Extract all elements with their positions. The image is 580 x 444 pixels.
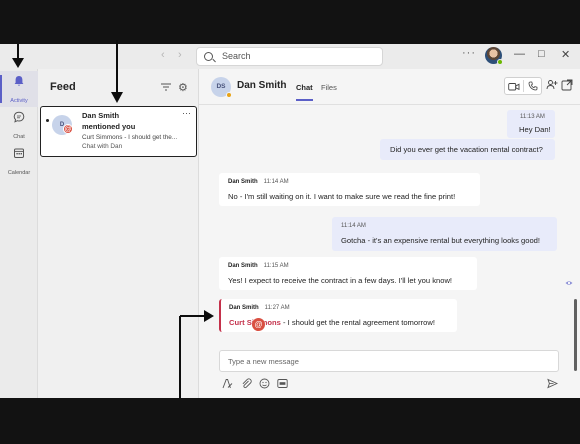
message-sender: Dan Smith xyxy=(229,305,259,311)
activity-feed-panel: Feed ⚙ D @ Dan Smith mentioned you Curt … xyxy=(38,69,199,398)
feed-item-mention[interactable]: D @ Dan Smith mentioned you Curt Simmons… xyxy=(40,106,197,157)
unread-dot-icon xyxy=(46,119,49,122)
chat-contact-name: Dan Smith xyxy=(237,80,287,91)
message-bubble-sent: Did you ever get the vacation rental con… xyxy=(380,139,555,160)
message-text-rest: - I should get the rental agreement tomo… xyxy=(280,318,435,327)
rail-label-chat: Chat xyxy=(13,134,25,140)
presence-away-icon xyxy=(226,92,232,98)
message-composer[interactable]: Type a new message xyxy=(219,350,559,372)
rail-label-activity: Activity xyxy=(10,98,28,104)
send-icon[interactable] xyxy=(547,378,558,389)
screenshot-stage: ‹ › Search ··· — □ ✕ Activity Chat Calen… xyxy=(0,0,580,444)
message-text: Gotcha - it's an expensive rental but ev… xyxy=(341,236,541,245)
avatar[interactable]: DS xyxy=(211,77,232,98)
app-rail: Activity Chat Calendar xyxy=(0,69,38,398)
search-box[interactable]: Search xyxy=(196,47,383,66)
emoji-icon[interactable] xyxy=(259,378,270,389)
gif-icon[interactable] xyxy=(277,378,288,389)
feed-item-name: Dan Smith xyxy=(82,111,120,120)
filter-icon[interactable] xyxy=(161,83,171,91)
message-bubble-received: Dan Smith 11:14 AM No - I'm still waiting… xyxy=(219,173,480,206)
message-meta: Dan Smith 11:15 AM xyxy=(228,263,289,269)
rail-label-calendar: Calendar xyxy=(7,170,31,176)
gear-icon[interactable]: ⚙ xyxy=(178,81,188,94)
message-meta: Dan Smith 11:27 AM xyxy=(229,305,290,311)
scrollbar[interactable] xyxy=(574,299,577,371)
avatar-initials: DS xyxy=(216,83,226,90)
feed-item-subtitle: Chat with Dan xyxy=(82,143,123,150)
add-people-icon[interactable] xyxy=(546,79,558,91)
message-bubble-sent: 11:13 AM Hey Dan! xyxy=(507,110,555,138)
profile-avatar[interactable] xyxy=(485,47,503,65)
search-placeholder: Search xyxy=(222,51,251,61)
attach-icon[interactable] xyxy=(241,378,252,389)
mention-badge-icon: @ xyxy=(63,124,73,134)
back-arrow-icon[interactable]: ‹ xyxy=(161,49,165,61)
tab-files[interactable]: Files xyxy=(321,83,337,92)
message-bubble-sent: 11:14 AM Gotcha - it's an expensive rent… xyxy=(332,217,557,251)
message-time: 11:15 AM xyxy=(263,263,289,269)
message-text: Did you ever get the vacation rental con… xyxy=(390,145,543,154)
forward-arrow-icon[interactable]: › xyxy=(178,49,182,61)
video-call-icon[interactable] xyxy=(508,82,520,92)
chat-icon xyxy=(13,111,25,123)
message-sender: Dan Smith xyxy=(228,179,258,185)
phone-call-icon[interactable] xyxy=(528,81,538,91)
message-time: 11:13 AM xyxy=(520,114,545,120)
presence-available-icon xyxy=(497,59,503,65)
message-sender: Dan Smith xyxy=(228,263,258,269)
bell-icon xyxy=(14,76,24,86)
more-options-icon[interactable]: ··· xyxy=(462,47,476,59)
active-tab-indicator xyxy=(296,99,313,101)
composer-placeholder: Type a new message xyxy=(228,357,299,366)
rail-item-chat[interactable]: Chat xyxy=(0,107,38,143)
pop-out-icon[interactable] xyxy=(561,79,573,91)
message-time: 11:14 AM xyxy=(341,223,366,229)
format-icon[interactable] xyxy=(222,378,233,389)
seen-icon xyxy=(565,281,573,285)
maximize-icon[interactable]: □ xyxy=(538,48,545,60)
search-icon xyxy=(204,52,213,61)
mention-badge-icon: @ xyxy=(252,318,265,331)
close-icon[interactable]: ✕ xyxy=(561,48,570,61)
teams-window: ‹ › Search ··· — □ ✕ Activity Chat Calen… xyxy=(0,44,580,398)
message-bubble-received: Dan Smith 11:15 AM Yes! I expect to recei… xyxy=(219,257,477,290)
chat-pane: DS Dan Smith Chat Files 11:13 AM Hey Dan… xyxy=(199,69,580,398)
call-buttons xyxy=(504,77,542,95)
message-text: Yes! I expect to receive the contract in… xyxy=(228,276,453,285)
more-options-icon[interactable]: ··· xyxy=(182,108,191,118)
chat-header: DS Dan Smith Chat Files xyxy=(199,69,580,105)
message-time: 11:27 AM xyxy=(264,305,290,311)
feed-title: Feed xyxy=(50,81,76,93)
rail-item-calendar[interactable]: Calendar xyxy=(0,143,38,179)
rail-item-activity[interactable]: Activity xyxy=(0,71,38,107)
tab-chat[interactable]: Chat xyxy=(296,83,313,92)
message-text: Hey Dan! xyxy=(519,125,551,134)
feed-item-action: mentioned you xyxy=(82,122,136,131)
minimize-icon[interactable]: — xyxy=(514,48,525,60)
divider xyxy=(523,80,524,92)
message-text: No - I'm still waiting on it. I want to … xyxy=(228,192,456,201)
title-bar: ‹ › Search ··· — □ ✕ xyxy=(0,44,580,69)
feed-item-preview: Curt Simmons - I should get the... xyxy=(82,134,178,141)
message-time: 11:14 AM xyxy=(263,179,289,185)
calendar-icon xyxy=(14,148,24,158)
message-meta: Dan Smith 11:14 AM xyxy=(228,179,289,185)
